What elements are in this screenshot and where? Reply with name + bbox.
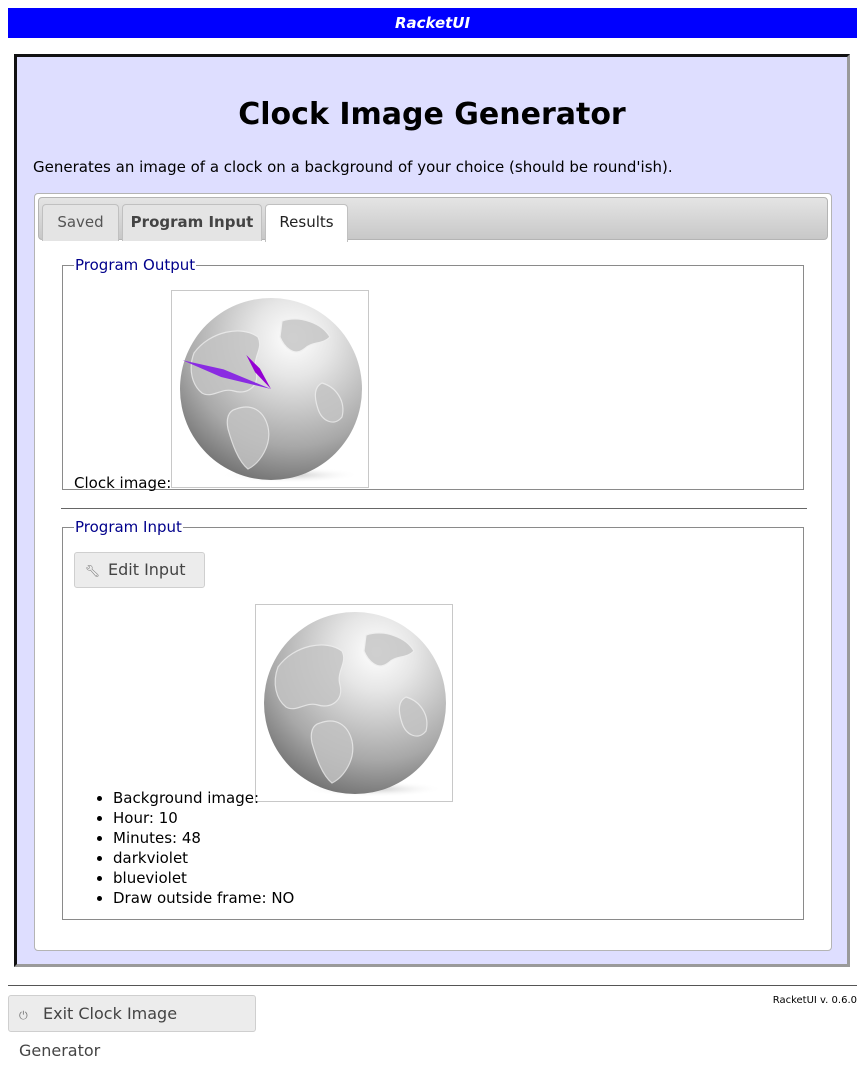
- list-item: blueviolet: [113, 868, 294, 888]
- wrench-icon: 🔧︎: [85, 564, 101, 578]
- clock-image-label: Clock image:: [74, 474, 172, 492]
- list-item: Hour: 10: [113, 808, 294, 828]
- program-output-section: Program Output Clock image:: [62, 256, 804, 492]
- input-values-list: Background image: Hour: 10 Minutes: 48 d…: [75, 788, 294, 908]
- program-input-section: Program Input 🔧︎ Edit Input • Background…: [62, 518, 804, 920]
- power-icon: ⏻: [19, 1009, 28, 1022]
- main-panel: Clock Image Generator Generates an image…: [14, 54, 850, 967]
- background-image-preview: [255, 604, 453, 802]
- version-label: RacketUI v. 0.6.0: [772, 995, 857, 1006]
- section-divider: [61, 508, 807, 509]
- edit-input-button[interactable]: 🔧︎ Edit Input: [74, 552, 205, 588]
- tab-strip: Saved Program Input Results: [38, 197, 828, 242]
- list-item: Minutes: 48: [113, 828, 294, 848]
- list-item: darkviolet: [113, 848, 294, 868]
- app-header-bar: RacketUI: [8, 8, 857, 38]
- clock-image: [171, 290, 369, 488]
- tab-program-input[interactable]: Program Input: [122, 204, 262, 241]
- clock-globe-graphic: [180, 298, 362, 483]
- footer-divider: [8, 985, 857, 986]
- page-title: Clock Image Generator: [238, 97, 626, 132]
- tab-results[interactable]: Results: [265, 204, 348, 242]
- app-header-title: RacketUI: [394, 14, 471, 32]
- tab-panel: Saved Program Input Results Program Outp…: [34, 193, 832, 951]
- page-description: Generates an image of a clock on a backg…: [33, 158, 673, 176]
- exit-button[interactable]: ⏻ Exit Clock Image Generator: [8, 995, 256, 1060]
- list-item: Draw outside frame: NO: [113, 888, 294, 908]
- exit-button-label: Exit Clock Image Generator: [19, 1004, 178, 1060]
- background-globe-graphic: [264, 612, 446, 797]
- edit-input-label: Edit Input: [108, 560, 186, 579]
- tab-saved[interactable]: Saved: [42, 204, 119, 241]
- program-input-legend: Program Input: [75, 518, 182, 536]
- list-item: Background image:: [113, 788, 294, 808]
- program-output-legend: Program Output: [75, 256, 196, 274]
